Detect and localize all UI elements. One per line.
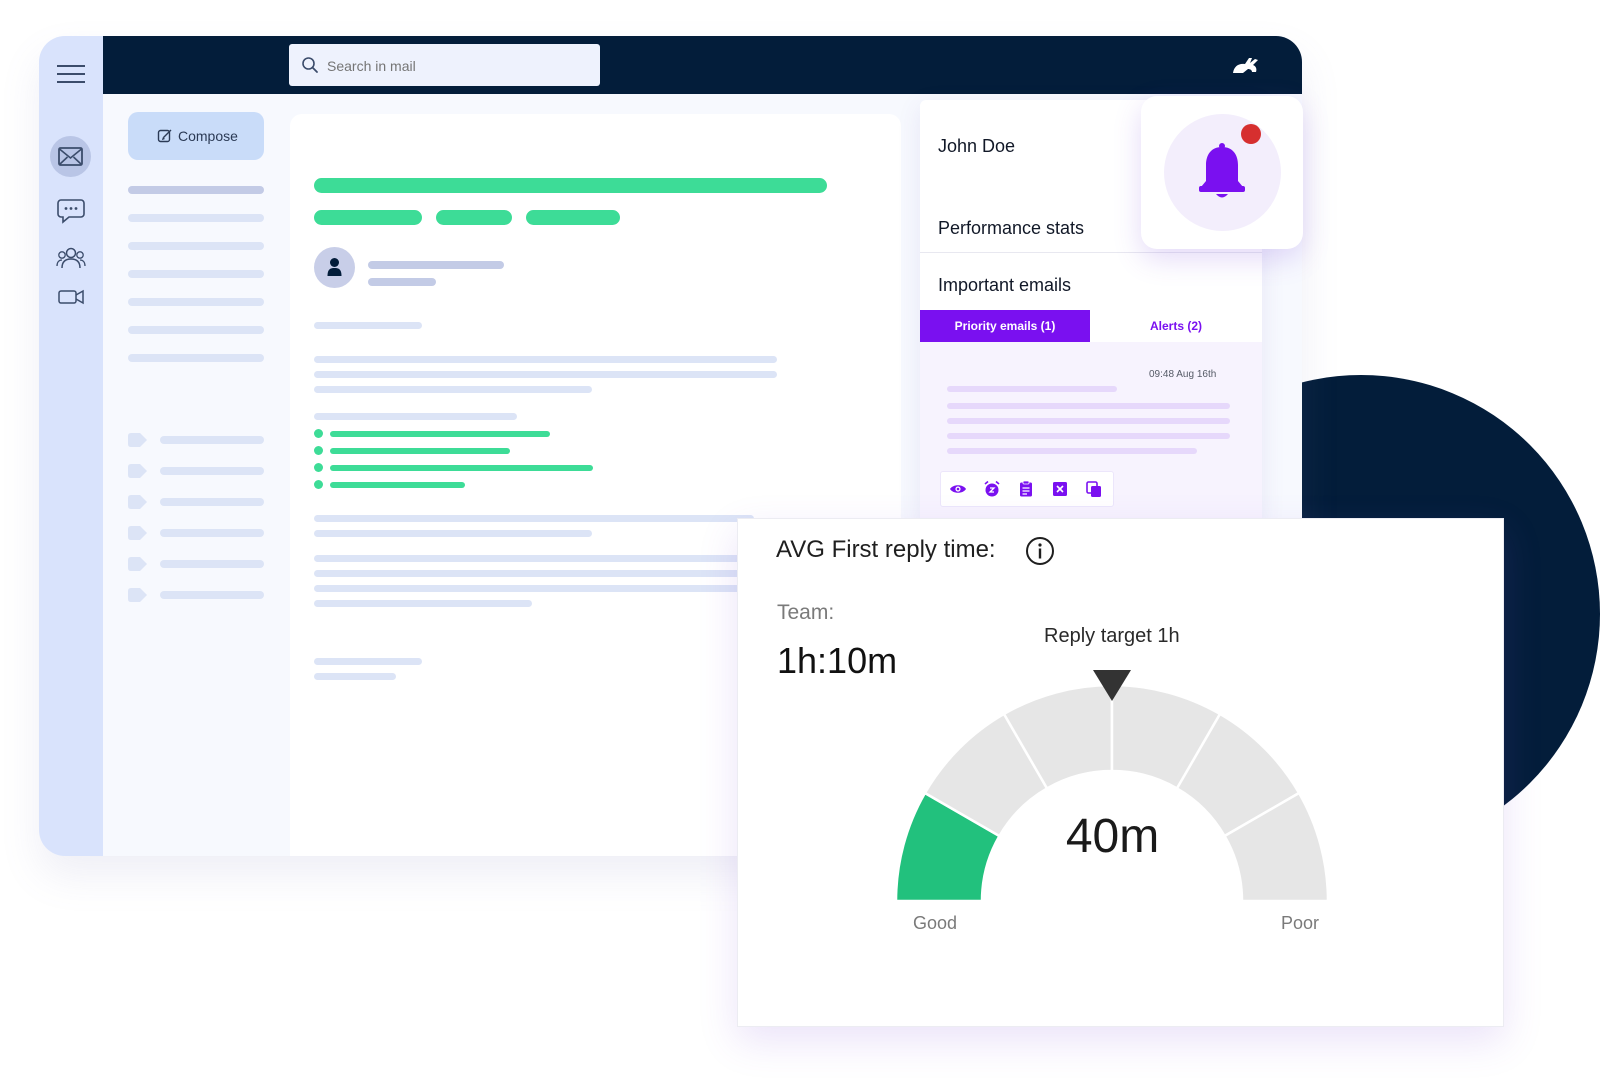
envelope-icon [58,147,83,166]
contacts-icon[interactable] [56,246,86,270]
alarm-icon[interactable] [983,480,1001,498]
important-emails-heading: Important emails [938,275,1072,295]
email-tag-placeholder [314,210,422,225]
text-line [314,356,777,363]
email-preview[interactable]: 09:48 Aug 16th [920,342,1262,522]
search-input[interactable] [325,55,589,77]
bullet-dot [314,480,323,489]
label-placeholder [160,498,264,506]
icon-rail [39,36,103,856]
email-tag-placeholder [436,210,512,225]
hamburger-menu-icon[interactable] [57,65,85,83]
gauge-low-label: Good [912,913,958,933]
label-tag-icon [128,464,147,478]
edit-icon [157,129,172,143]
signature-line [314,658,422,665]
notification-dot [1241,124,1261,144]
bell-icon [1199,143,1245,198]
text-line [314,371,777,378]
text-line [314,570,754,577]
label-tag-icon [128,526,147,540]
bullet-line [330,448,510,454]
label-placeholder [160,467,264,475]
label-placeholder [160,560,264,568]
email-preview-line [947,403,1230,409]
tab-alerts-label: Alerts (2) [1149,319,1202,333]
folder-placeholder [128,354,264,362]
mail-nav-button[interactable] [50,136,91,177]
text-line [314,413,517,420]
search-bar[interactable] [289,44,600,86]
text-line [314,322,422,329]
text-line [314,515,754,522]
user-icon [327,258,342,276]
text-line [314,555,754,562]
sender-name-placeholder [368,261,504,269]
signature-line [314,673,396,680]
label-tag-icon [128,433,147,447]
email-timestamp: 09:48 Aug 16th [1149,369,1217,380]
compose-label: Compose [178,128,238,144]
eye-icon[interactable] [949,480,967,498]
label-placeholder [160,529,264,537]
close-box-icon[interactable] [1051,480,1069,498]
reply-time-gauge [894,670,1330,903]
bullet-line [330,482,465,488]
rabbit-logo-icon[interactable] [1230,53,1260,77]
gauge-segments [894,683,1330,903]
bullet-dot [314,429,323,438]
email-tag-placeholder [526,210,620,225]
profile-name: John Doe [938,136,1016,156]
folder-placeholder [128,242,264,250]
label-tag-icon [128,557,147,571]
tab-priority-emails-label: Priority emails (1) [954,319,1056,333]
video-icon[interactable] [58,289,84,305]
bullet-dot [314,446,323,455]
chat-icon[interactable] [57,198,85,224]
folder-placeholder [128,298,264,306]
label-tag-icon [128,495,147,509]
sender-email-placeholder [368,278,436,286]
email-preview-line [947,448,1197,454]
bullet-dot [314,463,323,472]
email-subject-placeholder [314,178,827,193]
bullet-line [330,465,593,471]
gauge-value: 40m [1065,810,1160,863]
label-placeholder [160,436,264,444]
notification-card[interactable] [1141,96,1303,249]
email-preview-line [947,433,1230,439]
label-tag-icon [128,588,147,602]
gauge-high-label: Poor [1280,913,1320,933]
reply-time-card: AVG First reply time: Team: 1h:10m Reply… [737,518,1504,1027]
text-line [314,386,592,393]
email-preview-line [947,386,1117,392]
folder-placeholder [128,326,264,334]
email-preview-line [947,418,1230,424]
tab-priority-emails[interactable]: Priority emails (1) [920,310,1090,342]
folder-placeholder [128,214,264,222]
compose-button[interactable]: Compose [128,112,264,160]
text-line [314,585,754,592]
bullet-line [330,431,550,437]
performance-stats-link[interactable]: Performance stats [938,218,1084,239]
search-icon [302,57,318,73]
bell-backdrop [1164,114,1281,231]
email-action-bar [940,471,1114,507]
divider [920,252,1262,253]
top-header [103,36,1302,94]
folder-placeholder [128,186,264,194]
clipboard-icon[interactable] [1017,480,1035,498]
tab-alerts[interactable]: Alerts (2) [1090,310,1262,343]
sender-avatar [314,247,355,288]
folder-placeholder [128,270,264,278]
text-line [314,530,592,537]
copy-icon[interactable] [1085,480,1103,498]
text-line [314,600,532,607]
label-placeholder [160,591,264,599]
